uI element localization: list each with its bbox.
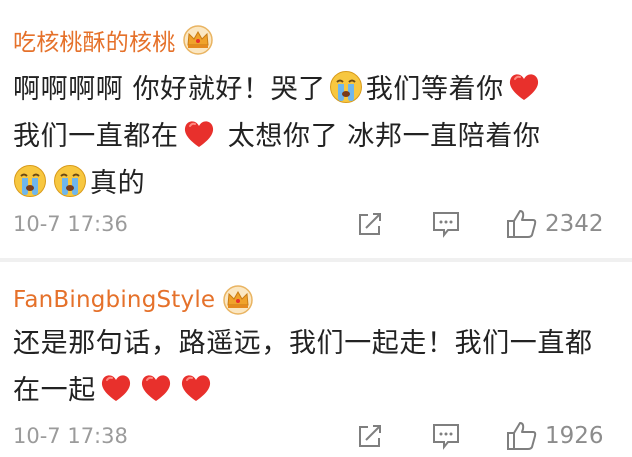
- crown-badge-icon: [181, 25, 215, 55]
- comment-item: FanBingbingStyle 还是那句话，路遥远，我们一起走！我们一直都在一…: [0, 262, 632, 457]
- crying-face-emoji: [329, 70, 363, 104]
- comment-text-part: 太想你了 冰邦一直陪着你: [218, 121, 541, 152]
- comment-text: 还是那句话，路遥远，我们一起走！我们一直都在一起: [13, 320, 619, 414]
- reply-button[interactable]: [431, 210, 461, 238]
- red-heart-emoji: [182, 117, 216, 151]
- like-button[interactable]: 2342: [505, 208, 604, 240]
- red-heart-emoji: [507, 70, 541, 104]
- share-button[interactable]: [356, 422, 384, 450]
- red-heart-emoji: [179, 371, 213, 405]
- reply-button[interactable]: [431, 422, 461, 450]
- like-button[interactable]: 1926: [505, 420, 604, 452]
- crying-face-emoji: [53, 164, 87, 198]
- comment-text-part: 我们等着你: [365, 74, 504, 105]
- like-count: 1926: [545, 423, 604, 449]
- like-count: 2342: [545, 211, 604, 237]
- share-icon: [359, 425, 381, 447]
- share-button[interactable]: [356, 210, 384, 238]
- comment-text-part: 啊啊啊啊 你好就好！哭了: [13, 74, 326, 105]
- comment-author-row: 吃核桃酥的核桃: [13, 22, 215, 58]
- comment-meta: 10-7 17:36 2342: [13, 204, 619, 244]
- comment-author-row: FanBingbingStyle: [13, 282, 255, 318]
- red-heart-emoji: [139, 371, 173, 405]
- username-link[interactable]: FanBingbingStyle: [13, 287, 215, 313]
- comment-timestamp: 10-7 17:38: [13, 424, 128, 448]
- comment-icon: [433, 212, 459, 238]
- thumbs-up-icon: [507, 210, 537, 238]
- comment-text-part: 我们一直都在: [13, 121, 179, 152]
- red-heart-emoji: [99, 371, 133, 405]
- comment-text: 啊啊啊啊 你好就好！哭了 我们等着你 我们一直都在 太想你了 冰邦一直陪着你 真的: [13, 66, 619, 207]
- comment-item: 吃核桃酥的核桃 啊啊啊啊 你好就好！哭了 我们等着你 我们一直都在 太想你了 冰邦…: [0, 0, 632, 258]
- share-icon: [359, 213, 381, 235]
- username-link[interactable]: 吃核桃酥的核桃: [13, 23, 175, 57]
- comment-meta: 10-7 17:38 1926: [13, 416, 619, 456]
- comment-timestamp: 10-7 17:36: [13, 212, 128, 236]
- comment-icon: [433, 424, 459, 450]
- comment-text-part: 真的: [90, 168, 146, 199]
- crying-face-emoji: [13, 164, 47, 198]
- thumbs-up-icon: [507, 422, 537, 450]
- crown-badge-icon: [221, 285, 255, 315]
